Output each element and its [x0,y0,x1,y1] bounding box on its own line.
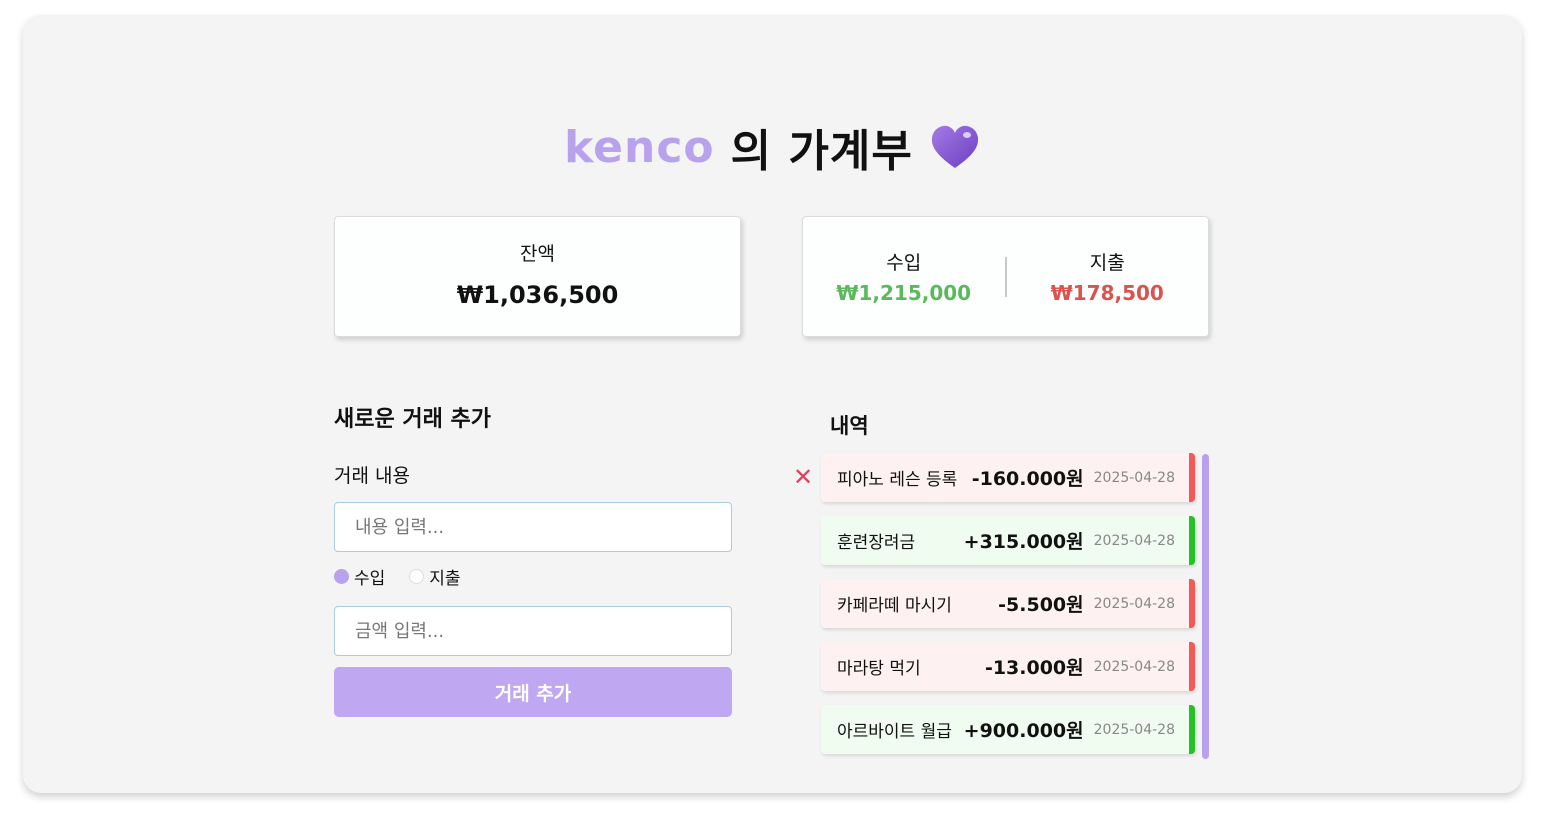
item-date: 2025-04-28 [1093,532,1175,549]
income-radio[interactable]: 수입 [334,564,385,589]
income-label: 수입 [886,252,922,274]
balance-value: ₩1,036,500 [456,281,619,309]
item-amount: -160.000원 [971,468,1084,490]
item-amount: -13.000원 [984,657,1084,679]
history-item[interactable]: 아르바이트 월급 +900.000원 2025-04-28 [821,705,1195,754]
form-title: 새로운 거래 추가 [334,407,491,432]
history-title: 내역 [830,414,869,438]
item-description: 마라탕 먹기 [837,659,921,679]
delete-icon[interactable]: ✕ [793,463,813,491]
item-date: 2025-04-28 [1093,595,1175,612]
amount-input[interactable] [334,606,732,656]
item-date: 2025-04-28 [1093,658,1175,675]
history-item[interactable]: 카페라떼 마시기 -5.500원 2025-04-28 [821,579,1195,628]
item-date: 2025-04-28 [1093,721,1175,738]
history-scrollbar[interactable] [1202,454,1209,759]
add-transaction-button[interactable]: 거래 추가 [334,667,732,717]
item-amount: +315.000원 [963,531,1084,553]
type-radio-group: 수입 지출 [334,564,732,589]
item-description: 카페라떼 마시기 [837,596,952,616]
income-value: ₩1,215,000 [836,281,972,305]
description-label: 거래 내용 [334,465,410,487]
item-amount: +900.000원 [963,720,1084,742]
item-description: 아르바이트 월급 [837,722,952,742]
item-date: 2025-04-28 [1093,469,1175,486]
expense-value: ₩178,500 [1050,281,1164,305]
income-radio-label: 수입 [354,569,386,589]
page-title: kenco 의 가계부 [23,115,1522,179]
income-expense-card: 수입 ₩1,215,000 지출 ₩178,500 [802,216,1209,337]
description-input[interactable] [334,502,732,552]
item-description: 훈련장려금 [837,533,916,553]
app-container: kenco 의 가계부 잔액 ₩1,036,500 수입 ₩1,215,000 … [23,15,1522,793]
expense-label: 지출 [1089,252,1125,274]
expense-radio[interactable]: 지출 [409,564,461,589]
owner-name: kenco [564,121,715,173]
history-item[interactable]: 피아노 레슨 등록 -160.000원 2025-04-28 [821,453,1195,502]
history-item[interactable]: 마라탕 먹기 -13.000원 2025-04-28 [821,642,1195,691]
add-transaction-form: 새로운 거래 추가 거래 내용 수입 지출 거래 추가 [334,401,732,717]
expense-radio-dot[interactable] [409,569,425,584]
expense-radio-label: 지출 [429,569,461,589]
balance-label: 잔액 [520,243,555,265]
history-list: 피아노 레슨 등록 -160.000원 2025-04-28 훈련장려금 +31… [821,453,1195,768]
item-amount: -5.500원 [998,594,1084,616]
item-description: 피아노 레슨 등록 [837,470,958,490]
expense-section: 지출 ₩178,500 [1007,248,1209,305]
balance-card: 잔액 ₩1,036,500 [334,216,741,337]
history-item[interactable]: 훈련장려금 +315.000원 2025-04-28 [821,516,1195,565]
income-section: 수입 ₩1,215,000 [803,248,1005,305]
title-text: 의 가계부 [730,126,913,177]
income-radio-dot[interactable] [334,569,349,584]
purple-heart-icon [931,125,978,168]
